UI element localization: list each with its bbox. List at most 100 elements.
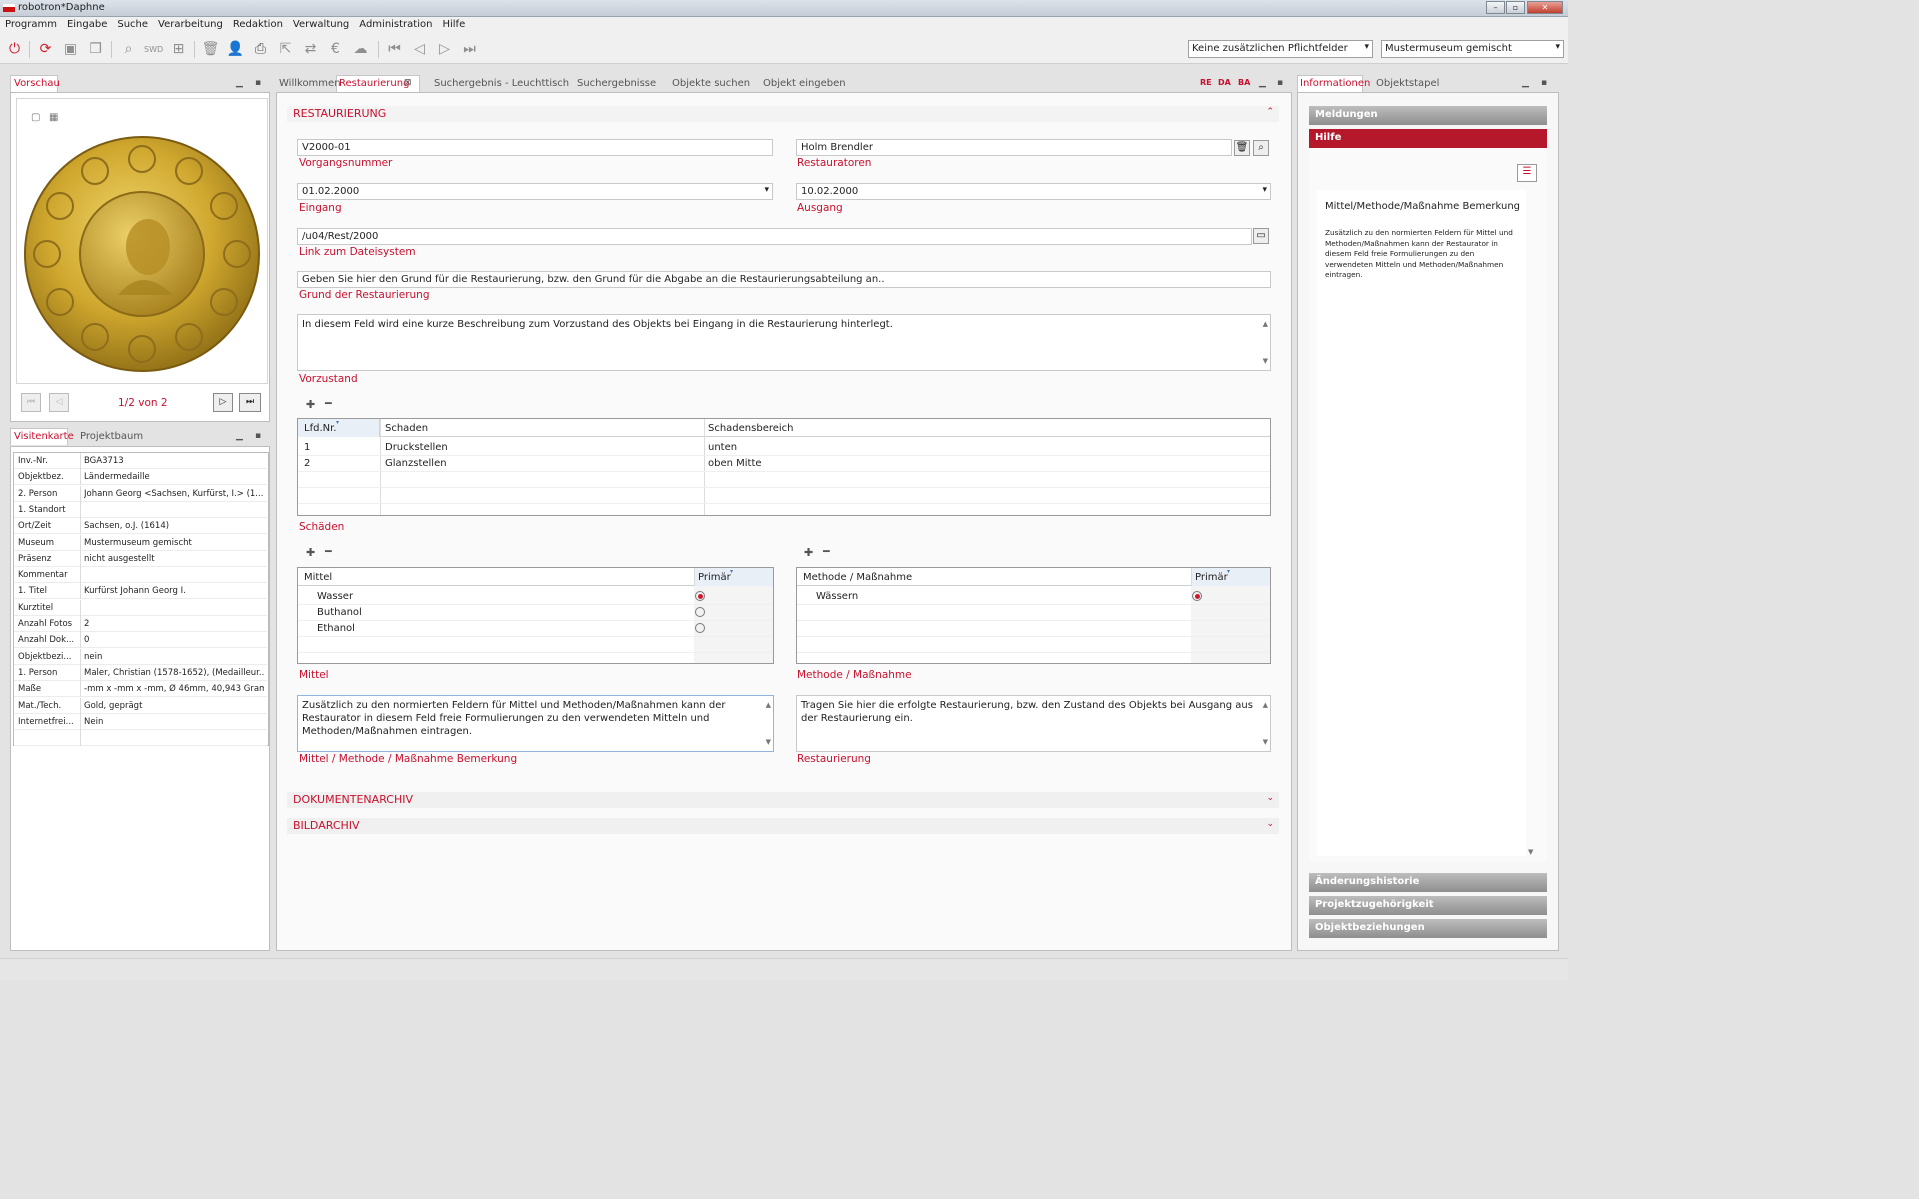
col-header-methode[interactable]: Methode / Maßnahme (803, 572, 912, 583)
vcard-row[interactable]: Objektbez. Ländermedaille (14, 469, 267, 486)
first-icon[interactable]: ⏮ (385, 40, 404, 59)
bar-objektbeziehungen[interactable]: Objektbeziehungen (1309, 919, 1547, 938)
vcard-row[interactable]: Maße -mm x -mm x -mm, Ø 46mm, 40,943 Gram… (14, 681, 267, 698)
maximize-icon[interactable]: ▪ (255, 78, 261, 88)
bemerkung-field[interactable]: Zusätzlich zu den normierten Feldern für… (297, 695, 774, 752)
folder-icon[interactable]: ▭ (1253, 228, 1269, 244)
col-header-primaer[interactable]: Primär (698, 572, 731, 583)
menu-verarbeitung[interactable]: Verarbeitung (153, 17, 228, 30)
last-icon[interactable]: ⏭ (460, 40, 479, 59)
tab-suchergebnis-leuchttisch[interactable]: Suchergebnis - Leuchttisch (434, 78, 569, 89)
vcard-row[interactable]: Inv.-Nr. BGA3713 (14, 453, 267, 469)
trash-icon[interactable]: 🗑 (201, 40, 220, 59)
minimize-icon[interactable]: ▁ (236, 431, 243, 441)
col-header-schaden[interactable]: Schaden (385, 423, 428, 434)
lang-ba[interactable]: BA (1238, 78, 1250, 87)
menu-programm[interactable]: Programm (0, 17, 62, 30)
list-item[interactable]: Wasser (317, 591, 353, 602)
maximize-icon[interactable]: ▪ (1277, 78, 1283, 88)
tab-informationen[interactable]: Informationen (1300, 78, 1370, 89)
table-cell[interactable]: 1 (304, 442, 310, 453)
euro-icon[interactable]: € (326, 40, 345, 59)
vorgangsnummer-field[interactable]: V2000-01 (297, 139, 773, 156)
close-tab-icon[interactable]: ⊠ (404, 78, 412, 88)
vcard-row[interactable]: Kurztitel (14, 599, 267, 616)
menu-administration[interactable]: Administration (354, 17, 437, 30)
close-icon[interactable]: ✕ (1527, 1, 1563, 14)
vcard-row[interactable]: Kommentar (14, 567, 267, 584)
expand-icon[interactable]: ⌄ (1266, 793, 1274, 803)
restauratoren-field[interactable]: Holm Brendler (796, 139, 1232, 156)
restaurierung-field[interactable]: Tragen Sie hier die erfolgte Restaurieru… (796, 695, 1271, 752)
search-icon[interactable]: ⌕ (119, 40, 138, 59)
tab-vorschau[interactable]: Vorschau (14, 78, 60, 89)
vcard-row[interactable]: Präsenz nicht ausgestellt (14, 550, 267, 567)
prev-icon[interactable]: ◁ (410, 40, 429, 59)
table-cell[interactable]: Glanzstellen (385, 458, 447, 469)
print-icon[interactable]: ⎙ (251, 40, 270, 59)
maximize-icon[interactable]: ▪ (255, 431, 261, 441)
list-item[interactable]: Wässern (816, 591, 858, 602)
remove-icon[interactable]: ━ (325, 545, 332, 558)
col-header-mittel[interactable]: Mittel (304, 572, 332, 583)
tab-visitenkarte[interactable]: Visitenkarte (14, 431, 74, 442)
help-toc-icon[interactable]: ☰ (1517, 164, 1537, 182)
grund-field[interactable]: Geben Sie hier den Grund für die Restaur… (297, 271, 1271, 288)
scroll-down-icon[interactable]: ▼ (1263, 355, 1268, 368)
maximize-icon[interactable]: ▫ (1506, 1, 1525, 14)
menu-suche[interactable]: Suche (112, 17, 153, 30)
remove-icon[interactable]: ━ (823, 545, 830, 558)
lang-da[interactable]: DA (1218, 78, 1231, 87)
minimize-icon[interactable]: ▁ (236, 78, 243, 88)
primary-radio[interactable] (695, 607, 705, 617)
vcard-row[interactable]: Ort/Zeit Sachsen, o.J. (1614) (14, 518, 267, 535)
add-icon[interactable]: ✚ (306, 546, 315, 559)
museum-select[interactable]: Mustermuseum gemischt ▾ (1381, 40, 1564, 58)
col-header-primaer[interactable]: Primär (1195, 572, 1228, 583)
primary-radio[interactable] (695, 591, 705, 601)
refresh-icon[interactable]: ⟳ (36, 40, 55, 59)
next-page-button[interactable]: ▷ (213, 393, 233, 412)
tab-restaurierung[interactable]: Restaurierung (339, 78, 409, 89)
tab-projektbaum[interactable]: Projektbaum (80, 431, 143, 442)
section-bildarchiv[interactable]: BILDARCHIV ⌄ (287, 818, 1279, 834)
delete-icon[interactable]: 🗑 (1234, 140, 1250, 156)
bar-aenderungshistorie[interactable]: Änderungshistorie (1309, 873, 1547, 892)
bar-hilfe[interactable]: Hilfe (1309, 129, 1547, 148)
vcard-row[interactable]: Museum Mustermuseum gemischt (14, 534, 267, 551)
cloud-icon[interactable]: ☁ (351, 40, 370, 59)
scroll-up-icon[interactable]: ▲ (1263, 699, 1268, 712)
vcard-row[interactable]: 2. Person Johann Georg <Sachsen, Kurfürst… (14, 485, 267, 502)
bar-meldungen[interactable]: Meldungen (1309, 106, 1547, 125)
table-cell[interactable]: oben Mitte (708, 458, 762, 469)
vcard-row[interactable]: 1. Titel Kurfürst Johann Georg I. (14, 583, 267, 600)
scroll-down-icon[interactable]: ▼ (766, 736, 771, 749)
single-view-icon[interactable]: ▢ (31, 112, 40, 123)
tab-objektstapel[interactable]: Objektstapel (1376, 78, 1439, 89)
vcard-row[interactable]: 1. Person Maler, Christian (1578-1652), (… (14, 664, 267, 681)
eingang-field[interactable]: 01.02.2000 ▾ (297, 183, 773, 200)
add-icon[interactable]: ✚ (804, 546, 813, 559)
export-icon[interactable]: ⇱ (276, 40, 295, 59)
menu-verwaltung[interactable]: Verwaltung (288, 17, 354, 30)
collapse-icon[interactable]: ⌃ (1266, 107, 1274, 117)
scroll-up-icon[interactable]: ▲ (766, 699, 771, 712)
list-item[interactable]: Buthanol (317, 607, 362, 618)
menu-redaktion[interactable]: Redaktion (228, 17, 288, 30)
vcard-row[interactable]: Anzahl Fotos 2 (14, 616, 267, 632)
tab-objekte-suchen[interactable]: Objekte suchen (672, 78, 750, 89)
maximize-icon[interactable]: ▪ (1541, 78, 1547, 88)
menu-hilfe[interactable]: Hilfe (437, 17, 470, 30)
next-icon[interactable]: ▷ (435, 40, 454, 59)
menu-eingabe[interactable]: Eingabe (62, 17, 112, 30)
user-icon[interactable]: 👤 (226, 40, 245, 59)
remove-icon[interactable]: ━ (325, 397, 332, 410)
bar-projektzugehoerigkeit[interactable]: Projektzugehörigkeit (1309, 896, 1547, 915)
ausgang-field[interactable]: 10.02.2000 ▾ (796, 183, 1271, 200)
lang-re[interactable]: RE (1200, 78, 1212, 87)
vcard-row[interactable]: Mat./Tech. Gold, geprägt (14, 697, 267, 714)
first-page-button[interactable]: ⏮ (21, 393, 41, 412)
vcard-row[interactable]: Objektbezi... nein (14, 648, 267, 665)
grid-view-icon[interactable]: ▦ (49, 112, 58, 123)
vorzustand-field[interactable]: In diesem Feld wird eine kurze Beschreib… (297, 314, 1271, 371)
